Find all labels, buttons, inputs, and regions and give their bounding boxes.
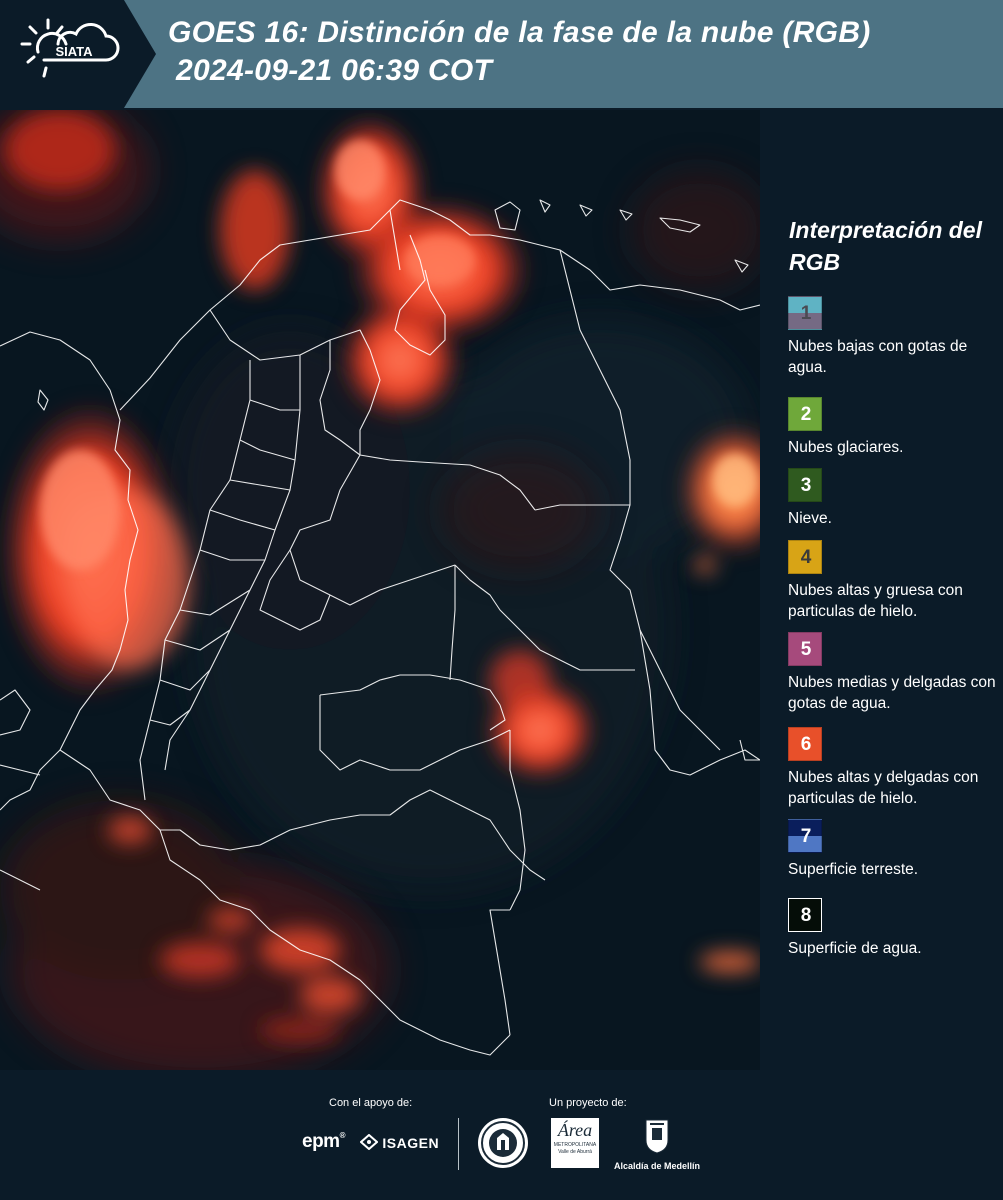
isagen-logo: ISAGEN xyxy=(359,1133,440,1151)
area-logo-name: Área xyxy=(557,1120,593,1140)
legend-title: Interpretación del RGB xyxy=(789,217,982,275)
area-metropolitana-logo: Área METROPOLITANA Valle de Aburrá xyxy=(551,1118,599,1168)
legend-label: Nubes altas y gruesa con particulas de h… xyxy=(788,582,963,620)
support-label: Con el apoyo de: xyxy=(329,1097,413,1109)
legend-swatch: 4 xyxy=(788,540,822,574)
legend-item: 7 Superficie terreste. xyxy=(788,819,998,880)
legend-item: 2 Nubes glaciares. xyxy=(788,397,998,458)
footer: Con el apoyo de: Un proyecto de: epm® IS… xyxy=(0,1070,1003,1200)
seal-logo xyxy=(478,1118,528,1168)
legend-label: Nieve. xyxy=(788,510,832,527)
legend-swatch: 1 xyxy=(788,296,822,330)
legend-swatch: 6 xyxy=(788,727,822,761)
legend-label: Nubes altas y delgadas con particulas de… xyxy=(788,769,979,807)
legend-panel: Interpretación del RGB 1 Nubes bajas con … xyxy=(762,110,1003,1070)
footer-divider xyxy=(458,1118,459,1170)
legend-label: Nubes medias y delgadas con gotas de agu… xyxy=(788,674,996,712)
alcaldia-logo-text: Alcaldía de Medellín xyxy=(613,1161,701,1171)
epm-logo: epm® xyxy=(302,1131,346,1152)
legend-item: 5 Nubes medias y delgadas con gotas de ag… xyxy=(788,632,998,714)
title-line-2: 2024-09-21 06:39 COT xyxy=(176,54,493,87)
legend-swatch: 3 xyxy=(788,468,822,502)
legend-number: 8 xyxy=(800,905,812,926)
siata-logo: SIATA xyxy=(0,0,160,108)
legend-number: 5 xyxy=(800,639,812,660)
legend-label: Superficie de agua. xyxy=(788,940,922,957)
isagen-mark-icon xyxy=(359,1133,379,1151)
legend-item: 8 Superficie de agua. xyxy=(788,898,998,959)
legend-item: 4 Nubes altas y gruesa con particulas de … xyxy=(788,540,998,622)
page-title: GOES 16: Distinción de la fase de la nub… xyxy=(168,14,871,90)
legend-item: 3 Nieve. xyxy=(788,468,998,529)
alcaldia-logo: Alcaldía de Medellín xyxy=(612,1118,702,1171)
legend-number: 7 xyxy=(800,826,812,847)
legend-swatch: 2 xyxy=(788,397,822,431)
header-bar: SIATA GOES 16: Distinción de la fase de … xyxy=(0,0,1003,108)
title-line-1: GOES 16: Distinción de la fase de la nub… xyxy=(168,16,871,49)
legend-number: 6 xyxy=(800,734,812,755)
satellite-map xyxy=(0,110,760,1070)
legend-swatch: 5 xyxy=(788,632,822,666)
area-logo-sub2: Valle de Aburrá xyxy=(558,1149,592,1155)
legend-item: 1 Nubes bajas con gotas de agua. xyxy=(788,296,998,378)
legend-item: 6 Nubes altas y delgadas con particulas d… xyxy=(788,727,998,809)
legend-number: 3 xyxy=(800,475,812,496)
medellin-shield-icon xyxy=(645,1119,669,1154)
satellite-image xyxy=(0,110,760,1070)
legend-label: Superficie terreste. xyxy=(788,861,919,878)
seal-icon xyxy=(481,1121,525,1165)
area-logo-sub1: METROPOLITANA xyxy=(553,1142,597,1148)
epm-logo-text: epm xyxy=(302,1131,340,1152)
legend-number: 1 xyxy=(800,303,812,324)
legend-number: 4 xyxy=(800,547,812,568)
legend-swatch: 7 xyxy=(788,819,822,853)
legend-swatch: 8 xyxy=(788,898,822,932)
project-label: Un proyecto de: xyxy=(549,1097,627,1109)
legend-label: Nubes glaciares. xyxy=(788,439,904,456)
legend-number: 2 xyxy=(800,404,812,425)
siata-logo-text: SIATA xyxy=(55,44,93,59)
isagen-logo-text: ISAGEN xyxy=(382,1135,440,1151)
legend-label: Nubes bajas con gotas de agua. xyxy=(788,338,968,376)
